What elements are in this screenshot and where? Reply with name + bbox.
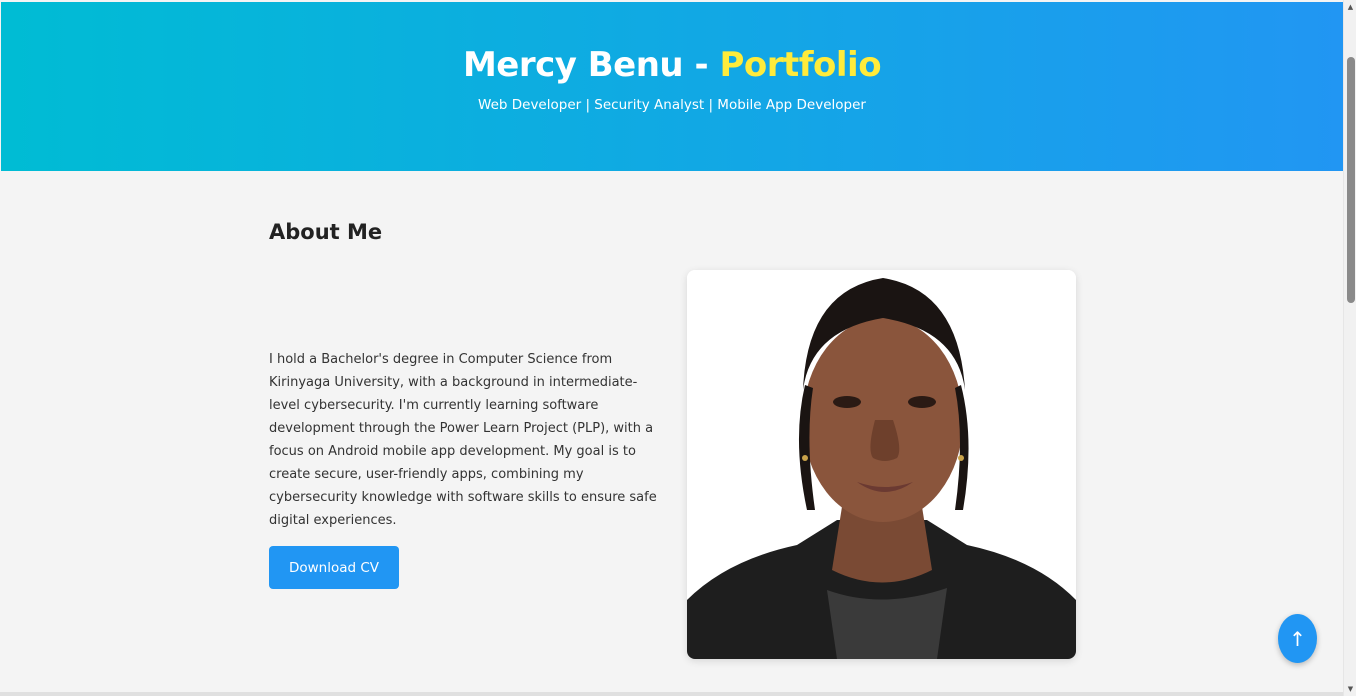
vertical-scrollbar[interactable]: ▲ ▼ [1343, 0, 1356, 696]
page-title: Mercy Benu - Portfolio [1, 42, 1343, 88]
portrait-image [687, 270, 1076, 659]
about-heading: About Me [269, 220, 383, 244]
scroll-down-arrow-icon[interactable]: ▼ [1344, 682, 1356, 696]
title-name: Mercy Benu - [462, 45, 720, 85]
page: Mercy Benu - Portfolio Web Developer | S… [0, 0, 1343, 696]
scrollbar-thumb[interactable] [1347, 57, 1355, 303]
header-subtitle: Web Developer | Security Analyst | Mobil… [478, 97, 866, 113]
about-text: I hold a Bachelor's degree in Computer S… [269, 352, 657, 528]
scroll-up-arrow-icon[interactable]: ▲ [1344, 0, 1356, 14]
profile-photo [687, 270, 1076, 659]
title-accent: Portfolio [719, 45, 882, 85]
horizontal-scroll-edge [0, 692, 1343, 696]
scroll-to-top-button[interactable]: ↑ [1278, 614, 1317, 663]
arrow-up-icon: ↑ [1289, 626, 1306, 651]
download-cv-button[interactable]: Download CV [269, 546, 399, 589]
site-header: Mercy Benu - Portfolio Web Developer | S… [1, 2, 1343, 171]
